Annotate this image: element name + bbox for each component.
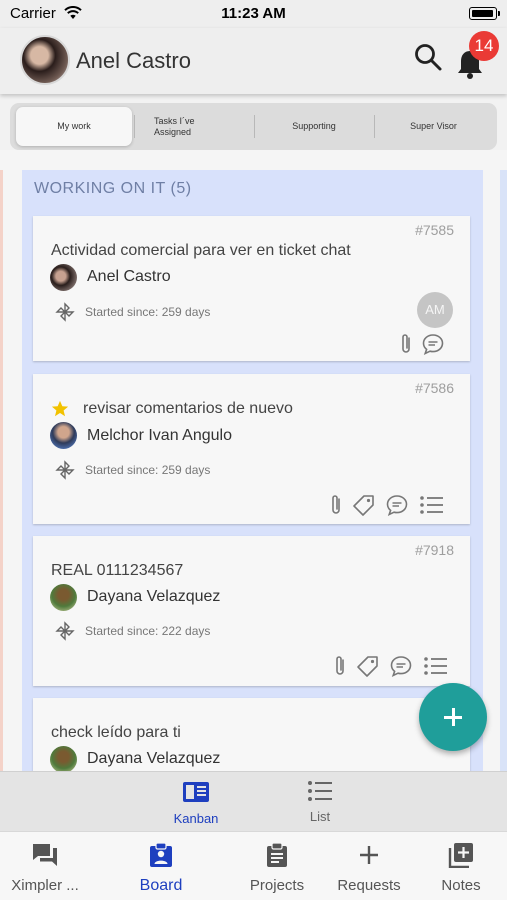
comment-icon[interactable] xyxy=(389,654,413,678)
tab-supporting[interactable]: Supporting xyxy=(256,107,372,146)
in-progress-icon xyxy=(55,460,75,480)
task-card[interactable]: #7586 revisar comentarios de nuevo Melch… xyxy=(33,374,470,524)
tag-icon[interactable] xyxy=(351,493,377,517)
nav-board[interactable]: Board xyxy=(116,842,206,895)
nav-ximpler-label: Ximpler ... xyxy=(11,877,79,894)
in-progress-icon xyxy=(55,302,75,322)
tab-super-visor[interactable]: Super Visor xyxy=(376,107,491,146)
assignee-name: Dayana Velazquez xyxy=(87,588,221,605)
checklist-icon[interactable] xyxy=(423,655,449,677)
comment-icon[interactable] xyxy=(421,332,445,356)
tab-tasks-assigned[interactable]: Tasks I´ve Assigned xyxy=(136,107,252,146)
view-switcher: Kanban List xyxy=(0,771,507,831)
clipboard-icon xyxy=(267,842,287,867)
task-title: Actividad comercial para ver en ticket c… xyxy=(51,242,351,259)
work-tabs: My work Tasks I´ve Assigned Supporting S… xyxy=(10,103,497,150)
notification-badge[interactable]: 14 xyxy=(469,31,499,61)
assignee-avatar xyxy=(50,264,77,291)
view-list[interactable]: List xyxy=(280,780,360,824)
view-list-label: List xyxy=(309,809,331,824)
nav-projects[interactable]: Projects xyxy=(232,842,322,894)
nav-ximpler[interactable]: Ximpler ... xyxy=(0,842,90,894)
tab-divider xyxy=(134,115,135,138)
view-kanban[interactable]: Kanban xyxy=(156,780,236,826)
in-progress-icon xyxy=(55,621,75,641)
list-icon xyxy=(308,781,332,801)
task-card[interactable]: #7 check leído para ti Dayana Velazquez xyxy=(33,698,470,771)
kanban-icon xyxy=(183,782,209,802)
nav-requests-label: Requests xyxy=(337,877,401,894)
prev-column-edge xyxy=(0,170,3,771)
status-bar: Carrier 11:23 AM xyxy=(0,0,507,28)
task-id: #7585 xyxy=(415,222,454,238)
user-name: Anel Castro xyxy=(76,48,191,73)
tab-my-work[interactable]: My work xyxy=(16,107,132,146)
notes-icon xyxy=(448,843,473,869)
nav-projects-label: Projects xyxy=(249,877,305,894)
add-task-button[interactable] xyxy=(419,683,487,751)
collaborator-avatar: AM xyxy=(417,292,453,328)
battery-icon xyxy=(469,7,500,20)
nav-notes-label: Notes xyxy=(441,877,481,894)
app-header: Anel Castro xyxy=(0,28,507,94)
tab-divider xyxy=(254,115,255,138)
nav-notes[interactable]: Notes xyxy=(416,842,506,894)
next-column-edge xyxy=(500,170,507,771)
task-id: #7586 xyxy=(415,380,454,396)
assignee-avatar xyxy=(50,746,77,771)
column-title: WORKING ON IT (5) xyxy=(34,180,192,197)
nav-board-label: Board xyxy=(139,877,183,894)
attachment-icon[interactable] xyxy=(399,332,413,356)
started-since: Started since: 222 days xyxy=(85,624,211,638)
assignee-name: Dayana Velazquez xyxy=(87,750,221,767)
task-card[interactable]: #7918 REAL 0111234567 Dayana Velazquez S… xyxy=(33,536,470,686)
started-since: Started since: 259 days xyxy=(85,305,211,319)
bottom-nav: Ximpler ... Board Projects Requests Note… xyxy=(0,831,507,900)
tab-divider xyxy=(374,115,375,138)
attachment-icon[interactable] xyxy=(333,654,347,678)
assignee-name: Melchor Ivan Angulo xyxy=(87,427,232,444)
assignee-name: Anel Castro xyxy=(87,268,171,285)
task-title: REAL 0111234567 xyxy=(51,562,184,579)
search-icon[interactable] xyxy=(413,42,443,72)
board-icon xyxy=(150,842,172,867)
attachment-icon[interactable] xyxy=(329,493,343,517)
user-avatar[interactable] xyxy=(20,35,70,85)
chat-icon xyxy=(33,844,57,866)
plus-icon xyxy=(452,708,455,726)
checklist-icon[interactable] xyxy=(419,494,445,516)
task-card[interactable]: #7585 Actividad comercial para ver en ti… xyxy=(33,216,470,361)
comment-icon[interactable] xyxy=(385,493,409,517)
tag-icon[interactable] xyxy=(355,654,381,678)
nav-requests[interactable]: Requests xyxy=(324,842,414,894)
kanban-column: WORKING ON IT (5) #7585 Actividad comerc… xyxy=(22,170,483,771)
assignee-avatar xyxy=(50,422,77,449)
started-since: Started since: 259 days xyxy=(85,463,211,477)
task-title: check leído para ti xyxy=(51,724,181,741)
clock: 11:23 AM xyxy=(221,5,286,22)
view-kanban-label: Kanban xyxy=(173,811,219,826)
task-id: #7918 xyxy=(415,542,454,558)
plus-icon xyxy=(360,846,378,864)
task-title: revisar comentarios de nuevo xyxy=(83,400,293,417)
star-icon[interactable] xyxy=(51,400,69,418)
assignee-avatar xyxy=(50,584,77,611)
kanban-board[interactable]: WORKING ON IT (5) #7585 Actividad comerc… xyxy=(0,150,507,771)
